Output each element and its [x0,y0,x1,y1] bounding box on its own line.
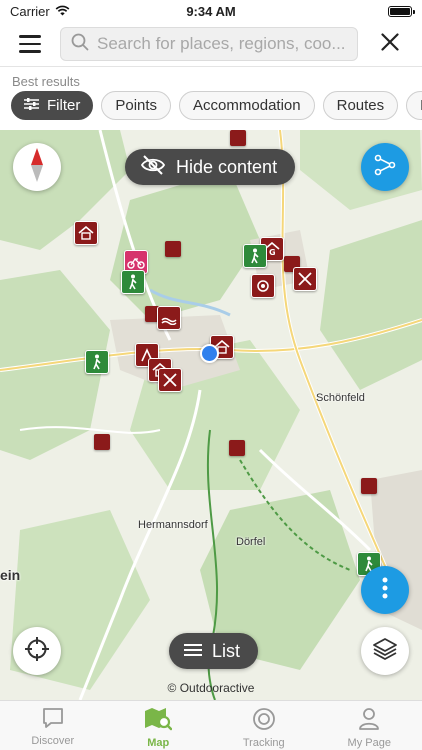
hut-icon[interactable] [74,221,98,245]
eye-off-icon [140,154,166,180]
menu-icon-line [19,35,41,38]
tab-discover[interactable]: Discover [0,701,106,750]
menu-button[interactable] [0,22,60,66]
status-bar: Carrier 9:34 AM [0,0,422,22]
place-label: Schönfeld [316,392,365,404]
mine-icon[interactable] [158,368,182,392]
tab-label: My Page [347,737,391,749]
route-icon [374,154,396,181]
my-page-icon [358,707,380,734]
mine-icon[interactable] [293,267,317,291]
poi-marker[interactable] [230,130,246,146]
map-copyright: © Outdooractive [167,681,255,695]
tab-label: Map [147,737,170,749]
search-input[interactable] [97,34,347,54]
hiking-icon[interactable] [121,270,145,294]
current-location-dot [200,344,219,363]
filter-chips: Filter Points Accommodation Routes Eve [0,91,422,120]
search-box[interactable] [60,27,358,61]
carrier-label: Carrier [10,3,50,19]
sliders-icon [24,97,39,114]
place-label: ein [0,567,21,583]
battery-icon [388,5,415,17]
layers-icon [372,637,398,666]
filter-chip-label: Filter [47,97,81,114]
close-search-button[interactable] [358,22,422,66]
hiking-icon[interactable] [85,350,109,374]
list-button[interactable]: List [169,633,259,669]
list-icon [184,641,202,662]
map-layers-button[interactable] [361,627,409,675]
place-label: Hermannsdorf [138,519,208,531]
menu-icon-line [19,50,41,53]
swimming-icon[interactable] [157,306,181,330]
locate-me-button[interactable] [13,627,61,675]
tab-label: Tracking [242,737,285,749]
crosshair-icon [24,636,50,667]
search-icon [71,33,89,56]
tab-map[interactable]: Map [106,701,212,750]
compass-button[interactable] [13,143,61,191]
route-planner-button[interactable] [361,143,409,191]
map-icon [144,707,173,734]
poi-marker[interactable] [94,434,110,450]
poi-marker[interactable] [229,440,245,456]
poi-marker[interactable] [361,478,377,494]
filter-area: Best results Filter Points Accommodation… [0,66,422,130]
poi-marker[interactable] [165,241,181,257]
more-options-button[interactable] [361,566,409,614]
hide-content-button[interactable]: Hide content [125,149,296,185]
tab-bar: Discover Map Tracking My Page [0,700,422,750]
tab-tracking[interactable]: Tracking [211,701,317,750]
tab-my-page[interactable]: My Page [317,701,422,750]
search-row [0,22,422,66]
map-view[interactable]: G Schönfeld Hermannsdorf Dörfel ein Hide… [0,130,422,700]
hide-content-label: Hide content [176,156,278,177]
tracking-icon [252,707,276,734]
wifi-icon [55,4,70,19]
compass-icon [30,147,44,187]
accommodation-chip[interactable]: Accommodation [179,91,315,120]
points-chip[interactable]: Points [101,91,172,120]
routes-chip[interactable]: Routes [322,91,399,120]
svg-text:G: G [269,248,276,256]
events-chip[interactable]: Eve [406,91,422,120]
restaurant-icon[interactable] [251,274,275,298]
best-results-heading: Best results [12,74,80,89]
list-label: List [212,640,241,661]
tab-label: Discover [31,735,75,747]
close-icon [381,32,399,56]
map-base-layer [0,130,422,700]
status-left: Carrier [10,4,70,19]
hiking-icon[interactable] [243,244,267,268]
menu-icon-line [19,42,41,46]
discover-icon [42,707,64,732]
filter-chip[interactable]: Filter [11,91,94,120]
place-label: Dörfel [236,536,266,548]
more-vertical-icon [382,577,388,604]
